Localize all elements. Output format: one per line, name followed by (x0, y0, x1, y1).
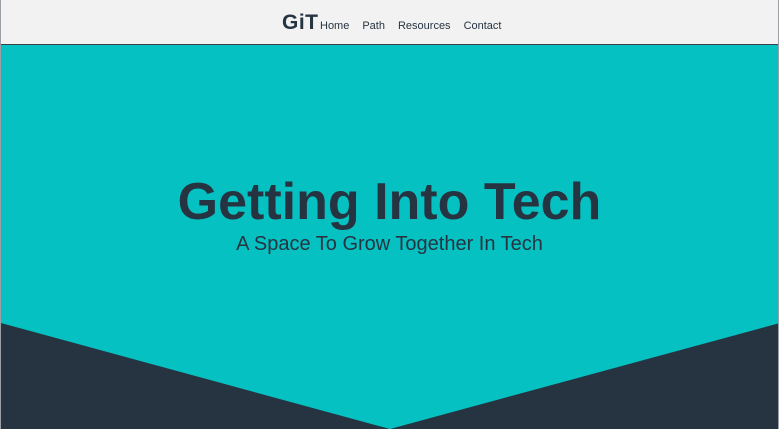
hero-subtitle: A Space To Grow Together In Tech (236, 233, 543, 255)
nav-item-path: Path (362, 16, 385, 34)
nav-item-contact: Contact (464, 16, 502, 34)
hero-section: Getting Into Tech A Space To Grow Togeth… (1, 45, 778, 429)
site-logo[interactable]: GiT (282, 11, 319, 35)
navbar: GiT Home Path Resources Contact (1, 0, 778, 45)
nav-item-resources: Resources (398, 16, 451, 34)
hero-title: Getting Into Tech (177, 173, 602, 231)
nav-link-resources[interactable]: Resources (398, 20, 451, 32)
page: GiT Home Path Resources Contact Getting … (0, 0, 779, 429)
nav-link-contact[interactable]: Contact (464, 20, 502, 32)
nav-item-home: Home (320, 16, 349, 34)
nav-link-path[interactable]: Path (362, 20, 385, 32)
nav-link-home[interactable]: Home (320, 20, 349, 32)
nav-links: Home Path Resources Contact (320, 16, 501, 34)
